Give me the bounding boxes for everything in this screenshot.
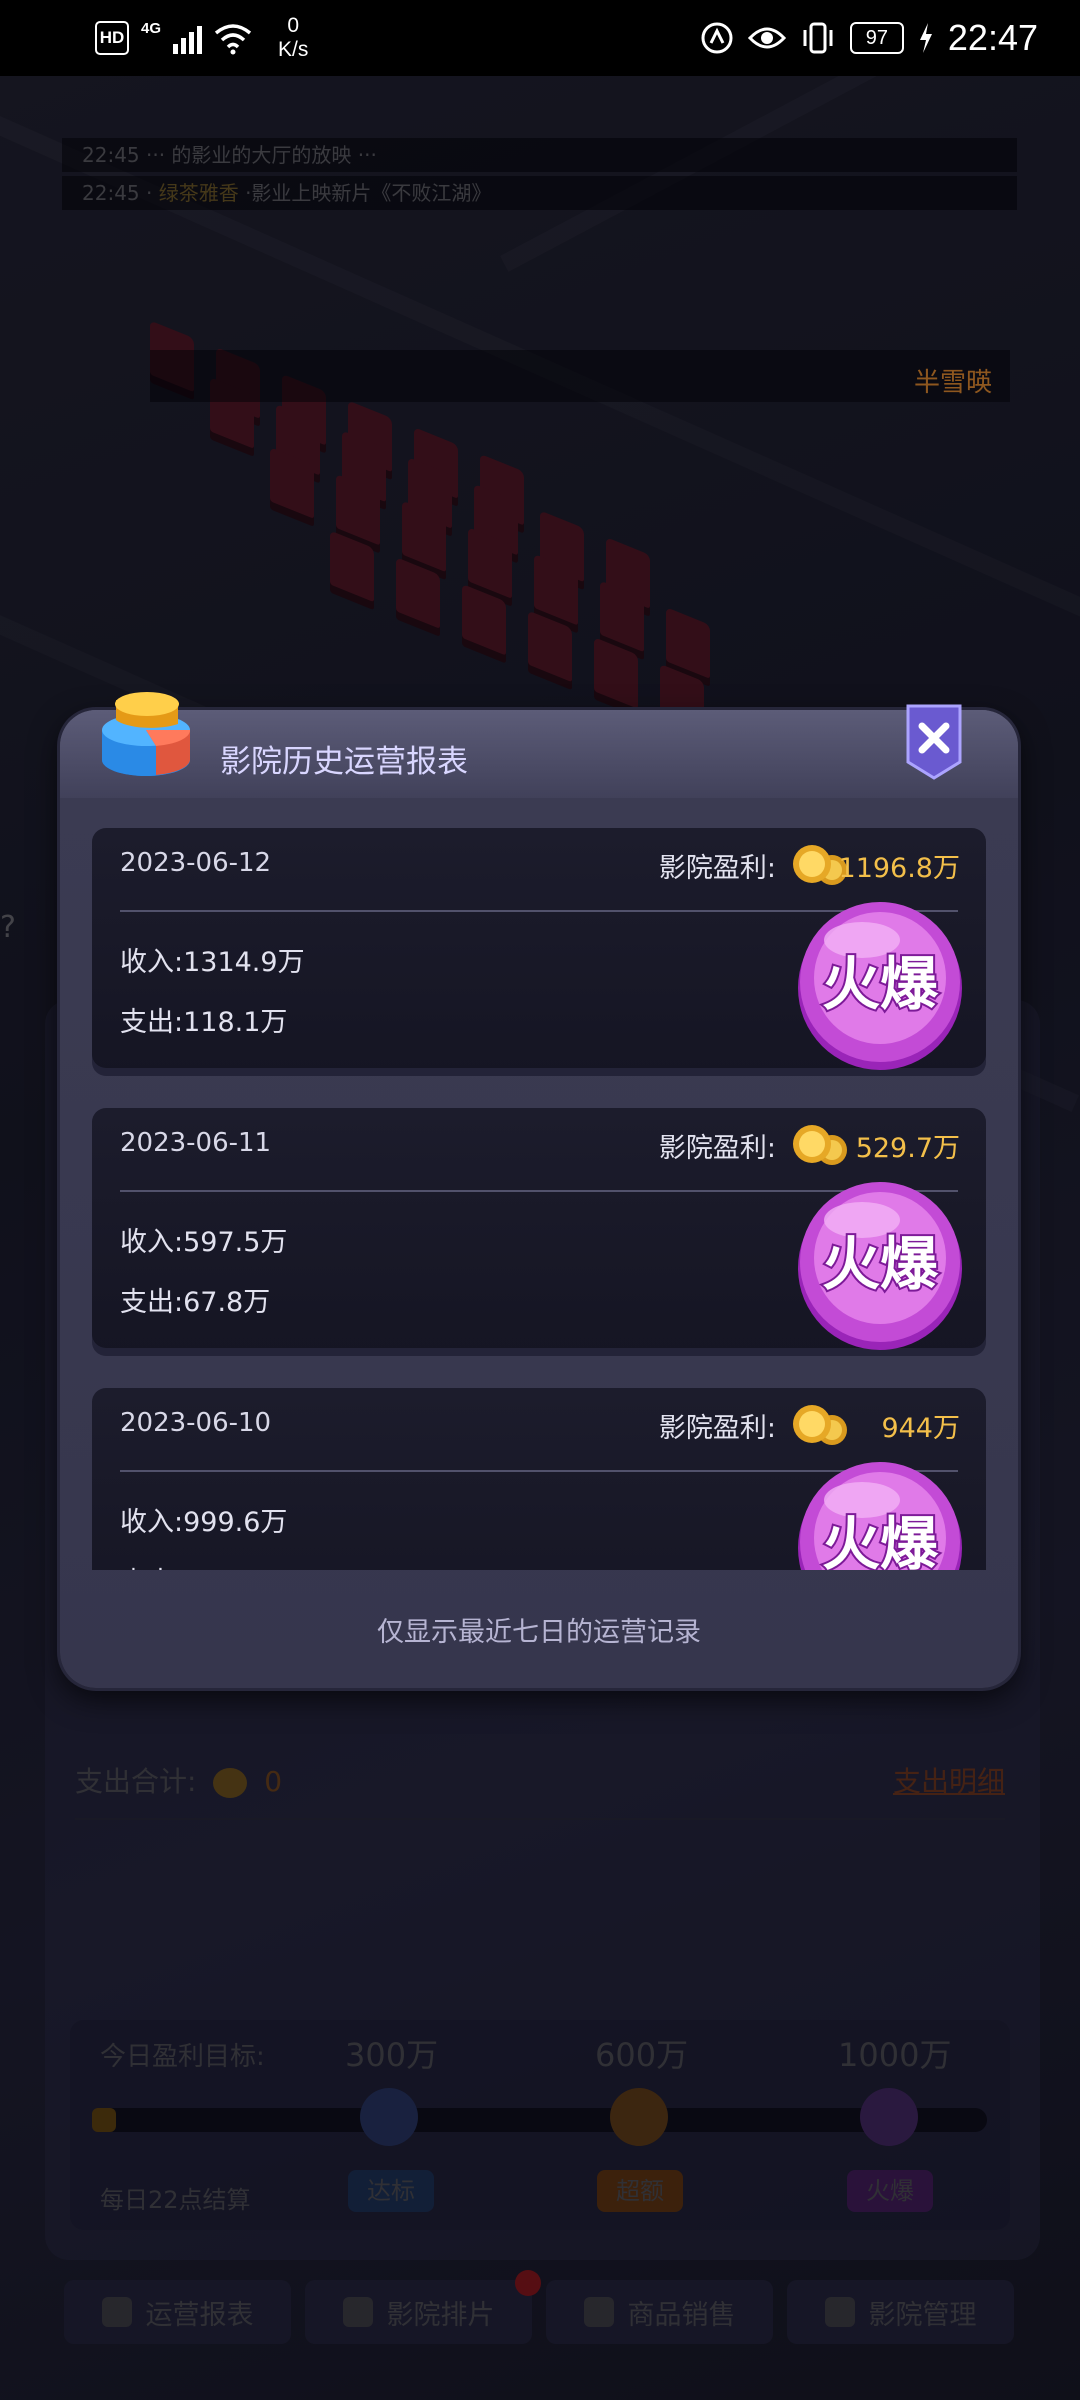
badge-text: 火爆 — [822, 1230, 939, 1298]
report-date: 2023-06-11 — [120, 1128, 272, 1158]
coin-stack-icon — [793, 1405, 847, 1445]
dialog-title: 影院历史运营报表 — [220, 744, 468, 780]
profit-value: 529.7万 — [855, 1133, 960, 1164]
nfc-icon — [701, 22, 733, 54]
eye-icon — [747, 27, 786, 49]
net-speed-value: 0 — [287, 14, 300, 37]
report-date: 2023-06-12 — [120, 848, 272, 878]
badge-text: 火爆 — [822, 1510, 939, 1570]
records-footnote: 仅显示最近七日的运营记录 — [377, 1617, 701, 1648]
expense-value: 支出:118.1万 — [120, 1007, 288, 1038]
profit-value: 944万 — [881, 1413, 960, 1444]
profit-label: 影院盈利: — [658, 853, 776, 884]
charging-icon — [919, 23, 932, 53]
net-speed: 0 K/s — [278, 14, 308, 62]
report-card: 2023-06-12 影院盈利: 1196.8万 收入:1314.9万 支出:1… — [92, 828, 986, 1076]
expense-value: 支出:55.6万 — [120, 1560, 270, 1570]
report-list[interactable]: 2023-06-12 影院盈利: 1196.8万 收入:1314.9万 支出:1… — [92, 828, 986, 1570]
report-date: 2023-06-10 — [120, 1408, 272, 1438]
hd-icon: HD — [95, 21, 129, 55]
expense-value: 支出:67.8万 — [120, 1287, 271, 1318]
battery-icon: 97 — [849, 22, 904, 54]
profit-label: 影院盈利: — [658, 1413, 776, 1444]
dialog-header — [60, 710, 1018, 798]
badge-text: 火爆 — [822, 950, 939, 1018]
income-value: 收入:1314.9万 — [120, 947, 305, 978]
income-value: 收入:597.5万 — [120, 1227, 288, 1258]
signal-icon — [173, 22, 203, 54]
coin-stack-icon — [793, 1125, 847, 1165]
net-speed-unit: K/s — [278, 38, 309, 61]
vibrate-icon — [803, 22, 833, 54]
badge-hot-icon: 火爆 — [798, 1182, 962, 1350]
report-card: 2023-06-10 影院盈利: 944万 收入:999.6万 支出:55.6万… — [92, 1388, 986, 1570]
profit-label: 影院盈利: — [658, 1133, 776, 1164]
report-card: 2023-06-11 影院盈利: 529.7万 收入:597.5万 支出:67.… — [92, 1108, 986, 1356]
status-bar: HD 4G 0 K/s 97 22:47 — [0, 0, 1080, 76]
badge-hot-icon: 火爆 — [798, 902, 962, 1070]
profit-value: 1196.8万 — [838, 853, 960, 884]
network-type: 4G — [141, 19, 162, 37]
income-value: 收入:999.6万 — [120, 1507, 288, 1538]
wifi-icon — [214, 24, 252, 55]
clock: 22:47 — [947, 17, 1038, 58]
pie-chart-icon — [102, 692, 191, 776]
close-icon[interactable] — [904, 700, 964, 780]
badge-hot-icon: 火爆 — [798, 1462, 962, 1570]
history-report-dialog: 影院历史运营报表 2023-06-12 影院盈利: 1196.8万 收入:131… — [60, 692, 1018, 1688]
